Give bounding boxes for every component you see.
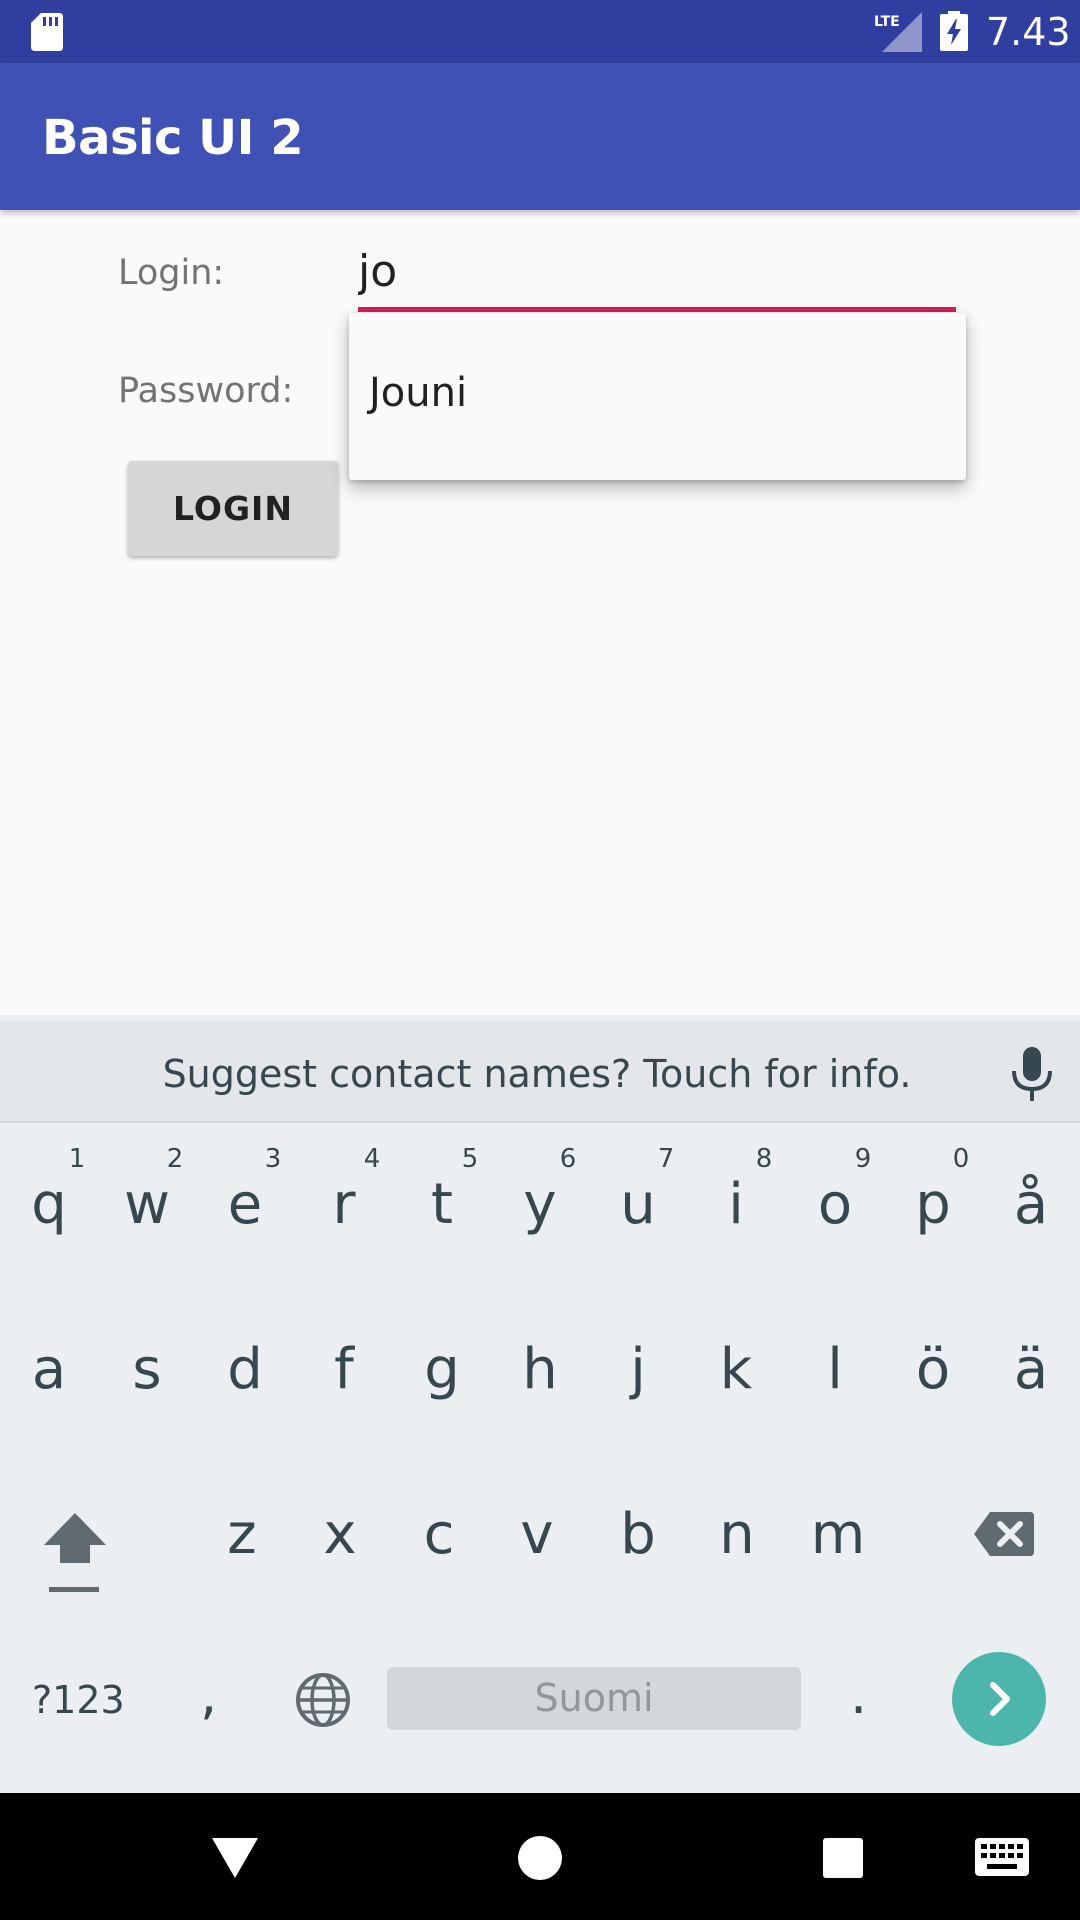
key-o-umlaut[interactable]: ö (884, 1335, 982, 1405)
key-h[interactable]: h (491, 1335, 589, 1405)
key-y[interactable]: y (491, 1170, 589, 1240)
battery-charging-icon (940, 11, 968, 51)
status-bar: LTE 7.43 (0, 0, 1080, 63)
key-e[interactable]: e (196, 1170, 294, 1240)
key-a-umlaut[interactable]: ä (982, 1335, 1080, 1405)
key-j[interactable]: j (589, 1335, 687, 1405)
key-z[interactable]: z (193, 1500, 291, 1570)
period-key[interactable]: . (850, 1660, 867, 1730)
key-f[interactable]: f (295, 1335, 393, 1405)
key-w[interactable]: w (98, 1170, 196, 1240)
key-p[interactable]: p (884, 1170, 982, 1240)
key-i[interactable]: i (687, 1170, 785, 1240)
key-u[interactable]: u (589, 1170, 687, 1240)
svg-text:LTE: LTE (874, 14, 900, 30)
key-v[interactable]: v (488, 1500, 586, 1570)
login-label: Login: (118, 253, 225, 293)
lte-signal-icon: LTE (874, 12, 922, 52)
key-t[interactable]: t (393, 1170, 491, 1240)
key-b[interactable]: b (589, 1500, 687, 1570)
key-q[interactable]: q (0, 1170, 98, 1240)
backspace-icon[interactable] (972, 1510, 1036, 1558)
login-button[interactable]: LOGIN (128, 461, 338, 556)
comma-key[interactable]: , (200, 1660, 217, 1730)
key-a[interactable]: a (0, 1335, 98, 1405)
autocomplete-dropdown: Jouni (349, 313, 966, 480)
enter-key[interactable] (952, 1652, 1046, 1746)
login-field[interactable] (358, 236, 956, 312)
key-r[interactable]: r (295, 1170, 393, 1240)
sd-card-icon (31, 13, 63, 51)
key-l[interactable]: l (786, 1335, 884, 1405)
shift-icon[interactable] (42, 1505, 108, 1595)
home-icon[interactable] (518, 1836, 562, 1880)
globe-icon[interactable] (295, 1672, 351, 1728)
key-s[interactable]: s (98, 1335, 196, 1405)
suggestion-text[interactable]: Suggest contact names? Touch for info. (0, 1032, 1080, 1117)
keyboard-icon[interactable] (975, 1838, 1029, 1876)
key-g[interactable]: g (393, 1335, 491, 1405)
key-c[interactable]: c (390, 1500, 488, 1570)
recents-icon[interactable] (823, 1838, 863, 1878)
key-a-ring[interactable]: å (982, 1170, 1080, 1240)
key-m[interactable]: m (789, 1500, 887, 1570)
chevron-right-icon (990, 1682, 1010, 1716)
password-label: Password: (118, 371, 294, 411)
key-d[interactable]: d (196, 1335, 294, 1405)
space-key[interactable]: Suomi (387, 1667, 801, 1730)
back-icon[interactable] (212, 1838, 258, 1878)
status-clock: 7.43 (986, 10, 1071, 54)
key-k[interactable]: k (687, 1335, 785, 1405)
app-bar: Basic UI 2 (0, 63, 1080, 210)
mic-icon[interactable] (1010, 1047, 1054, 1101)
app-title: Basic UI 2 (42, 110, 304, 166)
symbols-key[interactable]: ?123 (32, 1670, 125, 1730)
autocomplete-item-jouni[interactable]: Jouni (369, 367, 467, 419)
key-n[interactable]: n (688, 1500, 786, 1570)
key-o[interactable]: o (786, 1170, 884, 1240)
key-x[interactable]: x (291, 1500, 389, 1570)
